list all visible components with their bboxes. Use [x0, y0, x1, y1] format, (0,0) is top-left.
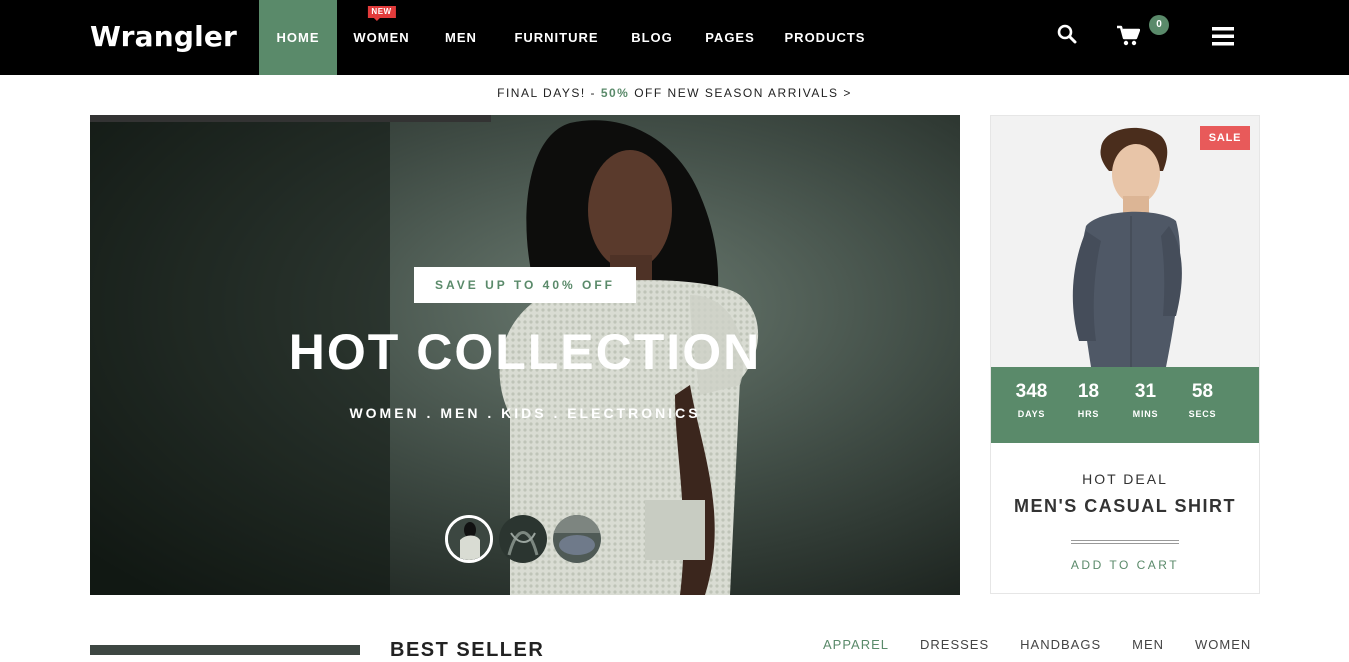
promo-banner[interactable]: FINAL DAYS! - 50% OFF NEW SEASON ARRIVAL… [0, 86, 1349, 100]
search-icon[interactable] [1057, 24, 1077, 49]
promo-percent: 50% [600, 86, 630, 100]
nav-item-women[interactable]: NEW WOMEN [337, 0, 426, 75]
nav-item-products[interactable]: PRODUCTS [773, 0, 877, 75]
timer-minutes: 31 MINS [1132, 381, 1159, 419]
cart-icon[interactable] [1116, 25, 1141, 52]
countdown-timer: 348 DAYS 18 HRS 31 MINS 58 SECS [991, 367, 1259, 443]
hero-thumb-1[interactable] [445, 515, 493, 563]
section-title: BEST SELLER [390, 639, 545, 661]
deal-kicker: HOT DEAL [1082, 471, 1168, 487]
deal-divider [1071, 540, 1179, 544]
new-badge: NEW [367, 6, 396, 21]
timer-days: 348 DAYS [1015, 381, 1048, 419]
hero-tag: SAVE UP TO 40% OFF [414, 267, 636, 303]
site-header: Wrangler HOME NEW WOMEN MEN FURNITURE BL… [0, 0, 1349, 75]
cart-count-badge: 0 [1149, 15, 1169, 35]
timer-seconds: 58 SECS [1188, 381, 1217, 419]
hero-title: HOT COLLECTION [288, 324, 762, 380]
deal-product-image[interactable]: SALE [991, 116, 1259, 367]
hero-thumb-3[interactable] [553, 515, 601, 563]
main-nav: HOME NEW WOMEN MEN FURNITURE BLOG PAGES … [259, 0, 877, 75]
nav-item-home[interactable]: HOME [259, 0, 337, 75]
nav-item-men[interactable]: MEN [426, 0, 496, 75]
hero-slider[interactable]: SAVE UP TO 40% OFF HOT COLLECTION WOMEN … [90, 115, 960, 595]
nav-item-blog[interactable]: BLOG [617, 0, 687, 75]
nav-item-furniture[interactable]: FURNITURE [496, 0, 617, 75]
menu-icon[interactable] [1212, 26, 1234, 51]
sale-badge: SALE [1200, 126, 1250, 150]
timer-hours: 18 HRS [1077, 381, 1100, 419]
hot-deal-card: SALE 348 DAYS 18 HRS 31 MINS 58 SECS HOT DEA… [990, 115, 1260, 594]
add-to-cart-button[interactable]: ADD TO CART [991, 558, 1259, 572]
hero-progress-bar [90, 115, 491, 122]
bottom-banner-image[interactable] [90, 645, 360, 655]
deal-product-title[interactable]: MEN'S CASUAL SHIRT [991, 496, 1259, 517]
hero-thumbnails [445, 515, 601, 563]
logo[interactable]: Wrangler [90, 20, 237, 53]
hero-subtitle: WOMEN . MEN . KIDS . ELECTRONICS [349, 405, 701, 421]
nav-item-pages[interactable]: PAGES [687, 0, 773, 75]
hero-thumb-2[interactable] [499, 515, 547, 563]
